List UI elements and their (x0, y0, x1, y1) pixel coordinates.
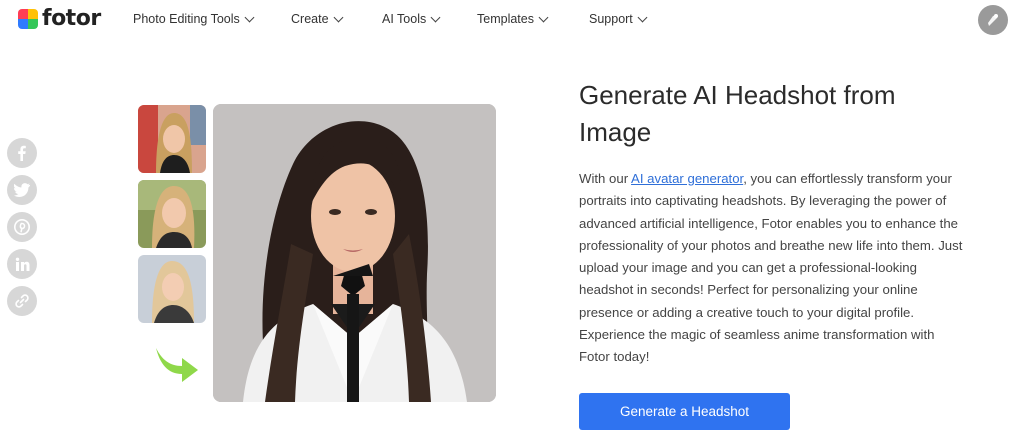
nav-photo-editing-tools[interactable]: Photo Editing Tools (133, 12, 255, 26)
source-photo-thumbnail[interactable] (138, 180, 206, 248)
chevron-down-icon (244, 12, 255, 22)
chevron-down-icon (333, 12, 343, 22)
chevron-down-icon (538, 12, 549, 22)
source-photo-thumbnail[interactable] (138, 105, 206, 173)
generate-headshot-button[interactable]: Generate a Headshot (579, 393, 790, 430)
chevron-down-icon (430, 12, 441, 22)
pinterest-icon (14, 219, 30, 235)
source-photo (138, 255, 206, 323)
source-photo (138, 180, 206, 248)
desc-text: , you can effortlessly transform your po… (579, 171, 963, 365)
arrow-icon (156, 348, 198, 382)
page-title: Generate AI Headshot from Image (579, 80, 896, 147)
source-photo-thumbnail[interactable] (138, 255, 206, 323)
headshot-illustration (213, 104, 496, 402)
share-pinterest-button[interactable] (7, 212, 37, 242)
twitter-icon (14, 183, 30, 197)
generated-headshot-image (213, 104, 496, 402)
share-facebook-button[interactable] (7, 138, 37, 168)
chevron-down-icon (637, 12, 648, 22)
nav-label: Support (589, 12, 633, 26)
copy-link-button[interactable] (7, 286, 37, 316)
top-nav: fotor Photo Editing Tools Create AI Tool… (0, 0, 1024, 40)
nav-ai-tools[interactable]: AI Tools (382, 12, 441, 26)
linkedin-icon (15, 257, 29, 271)
user-avatar-icon (988, 14, 998, 26)
source-photo (138, 105, 206, 173)
nav-label: Photo Editing Tools (133, 12, 240, 26)
hero-description: With our AI avatar generator, you can ef… (579, 168, 964, 369)
user-avatar[interactable] (978, 5, 1008, 35)
desc-text: With our (579, 171, 632, 186)
nav-templates[interactable]: Templates (477, 12, 549, 26)
nav-label: Templates (477, 12, 534, 26)
share-twitter-button[interactable] (7, 175, 37, 205)
fotor-logo-icon (18, 8, 38, 29)
link-icon (15, 294, 29, 308)
ai-avatar-generator-link[interactable]: AI avatar generator (631, 171, 743, 186)
nav-label: AI Tools (382, 12, 427, 26)
brand-name: fotor (42, 6, 101, 31)
nav-label: Create (291, 12, 329, 26)
facebook-icon (18, 145, 26, 161)
nav-support[interactable]: Support (589, 12, 648, 26)
fotor-logo[interactable]: fotor (18, 6, 101, 31)
nav-create[interactable]: Create (291, 12, 343, 26)
share-linkedin-button[interactable] (7, 249, 37, 279)
